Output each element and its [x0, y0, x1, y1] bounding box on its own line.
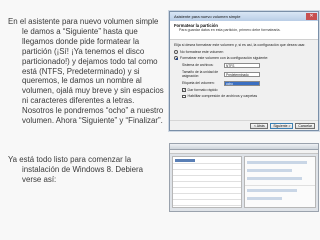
disk-bar: [247, 197, 282, 200]
dialog-body: Elija si desea formatear este volumen y,…: [170, 40, 318, 102]
checkbox-checked-icon[interactable]: ✓: [182, 88, 186, 92]
cancel-button[interactable]: Cancelar: [295, 122, 315, 129]
dialog-titlebar: Asistente para nuevo volumen simple ✕: [170, 12, 318, 21]
allocation-unit-select[interactable]: Predeterminado: [224, 71, 260, 77]
disk-bar: [247, 177, 302, 180]
disk-bar: [247, 161, 307, 164]
dialog-footer: < Atrás Siguiente > Cancelar: [170, 120, 318, 130]
option-no-format-label: No formatear este volumen: [180, 49, 224, 54]
instructions-paragraph: En el asistente para nuevo volumen simpl…: [8, 17, 166, 126]
option-format-label: Formatear este volumen con la configurac…: [180, 56, 269, 60]
disk-management-screenshot: [169, 143, 319, 212]
back-button[interactable]: < Atrás: [250, 122, 269, 129]
dialog-prompt: Elija si desea formatear este volumen y,…: [174, 43, 306, 47]
volume-label-row: Etiqueta del volumen: ocho: [174, 80, 314, 86]
ready-text: Ya está todo listo para comenzar la inst…: [8, 155, 144, 184]
grid-line: [173, 175, 241, 176]
compression-label: Habilitar compresión de archivos y carpe…: [187, 94, 258, 98]
radio-icon[interactable]: [174, 49, 178, 54]
window-menubar: [170, 150, 318, 154]
grid-line: [245, 185, 315, 186]
grid-line: [173, 205, 241, 206]
checkbox-icon[interactable]: [182, 94, 186, 98]
quick-format-label: Dar formato rápido: [187, 87, 218, 92]
filesystem-label: Sistema de archivos:: [182, 62, 214, 67]
option-format[interactable]: Formatear este volumen con la configurac…: [174, 56, 314, 61]
grid-line: [173, 187, 241, 188]
selected-row-highlight: [175, 159, 195, 162]
close-icon[interactable]: ✕: [306, 13, 317, 20]
grid-line: [173, 163, 241, 164]
option-no-format[interactable]: No formatear este volumen: [174, 50, 314, 55]
next-button[interactable]: Siguiente >: [270, 122, 294, 129]
compression-row[interactable]: Habilitar compresión de archivos y carpe…: [174, 94, 314, 99]
dialog-title: Asistente para nuevo volumen simple: [174, 14, 241, 19]
filesystem-row: Sistema de archivos: NTFS: [174, 62, 314, 68]
disk-bar: [247, 189, 297, 192]
volume-label-label: Etiqueta del volumen:: [182, 80, 215, 85]
volume-label-input[interactable]: ocho: [224, 80, 260, 86]
dialog-header: Formatear la partición Para guardar dato…: [170, 21, 318, 40]
instructions-text: En el asistente para nuevo volumen simpl…: [8, 17, 164, 126]
allocation-unit-row: Tamaño de la unidad de asignación: Prede…: [174, 70, 314, 79]
grid-line: [173, 169, 241, 170]
grid-line: [173, 181, 241, 182]
volume-list-pane: [172, 156, 242, 208]
disk-layout-pane: [244, 156, 316, 208]
grid-line: [173, 193, 241, 194]
ready-paragraph: Ya está todo listo para comenzar la inst…: [8, 155, 153, 185]
grid-line: [173, 199, 241, 200]
dialog-header-subtitle: Para guardar datos en esta partición, pr…: [179, 28, 281, 32]
format-partition-dialog: Asistente para nuevo volumen simple ✕ Fo…: [169, 11, 319, 131]
slide: En el asistente para nuevo volumen simpl…: [0, 0, 320, 240]
allocation-unit-label: Tamaño de la unidad de asignación:: [182, 69, 219, 79]
filesystem-select[interactable]: NTFS: [224, 62, 260, 68]
disk-bar: [247, 169, 292, 172]
quick-format-row[interactable]: ✓ Dar formato rápido: [174, 88, 314, 93]
radio-selected-icon[interactable]: [174, 56, 178, 61]
